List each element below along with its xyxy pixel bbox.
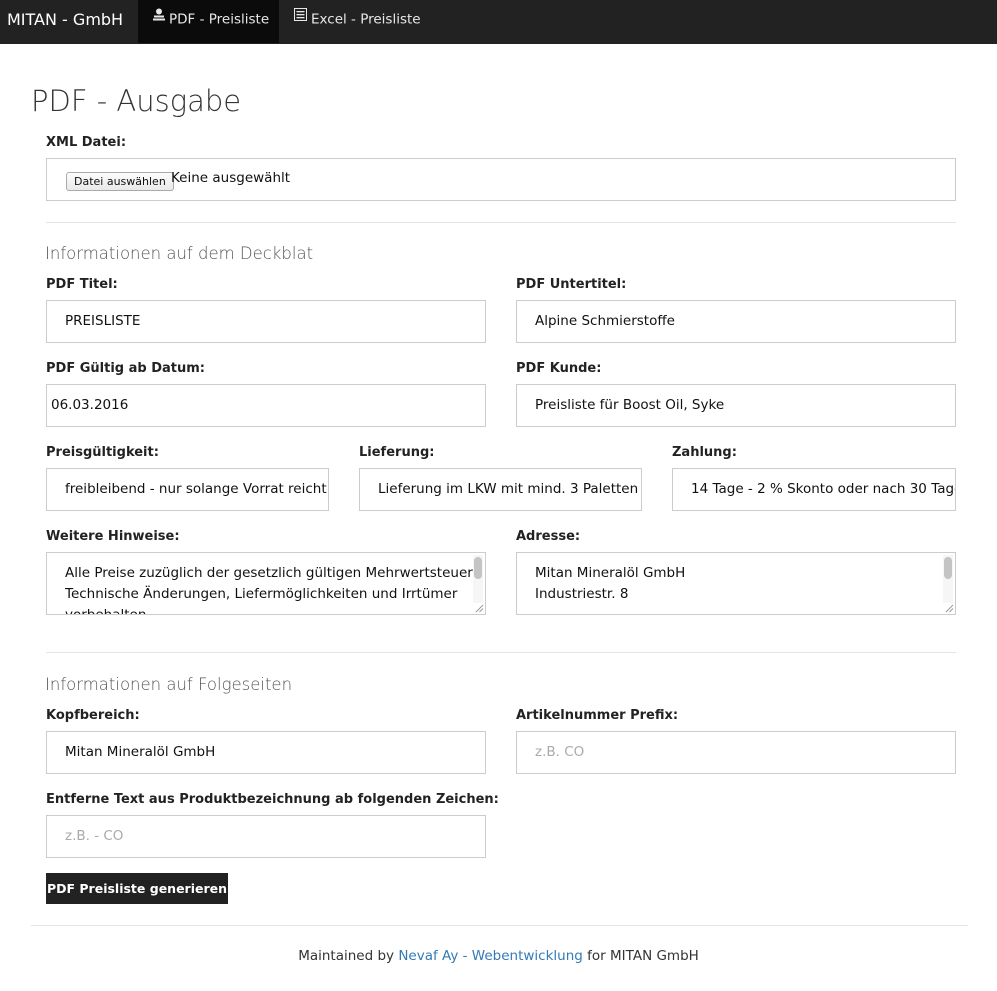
header-input[interactable]: Mitan Mineralöl GmbH: [46, 731, 486, 774]
payment-label: Zahlung:: [672, 445, 737, 460]
scrollbar-thumb[interactable]: [474, 557, 482, 579]
page-title: PDF - Ausgabe: [31, 84, 242, 118]
price-validity-label: Preisgültigkeit:: [46, 445, 159, 460]
divider: [46, 652, 956, 653]
notes-line: Alle Preise zuzüglich der gesetzlich gül…: [65, 565, 476, 581]
footer-prefix: Maintained by: [298, 948, 399, 964]
scrollbar[interactable]: [473, 555, 483, 603]
address-line: Mitan Mineralöl GmbH: [535, 565, 686, 581]
scrollbar[interactable]: [943, 555, 953, 603]
delivery-label: Lieferung:: [359, 445, 435, 460]
footer-divider: [31, 925, 968, 926]
tab-excel-label: Excel - Preisliste: [311, 11, 421, 28]
pdf-subtitle-label: PDF Untertitel:: [516, 277, 627, 292]
pdf-title-label: PDF Titel:: [46, 277, 118, 292]
price-validity-input[interactable]: freibleibend - nur solange Vorrat reicht: [46, 468, 329, 511]
article-prefix-label: Artikelnummer Prefix:: [516, 708, 679, 723]
user-icon: [153, 0, 165, 37]
notes-textarea[interactable]: Alle Preise zuzüglich der gesetzlich gül…: [46, 552, 486, 615]
footer: Maintained by Nevaf Ay - Webentwicklung …: [0, 948, 997, 964]
xml-file-input[interactable]: Datei auswählen Keine ausgewählt: [46, 158, 956, 201]
address-line: Industriestr. 8: [535, 586, 629, 602]
customer-input[interactable]: Preisliste für Boost Oil, Syke: [516, 384, 956, 427]
xml-file-label: XML Datei:: [46, 135, 127, 150]
tab-excel-preisliste[interactable]: Excel - Preisliste: [279, 0, 429, 43]
strip-text-input[interactable]: z.B. - CO: [46, 815, 486, 858]
file-status: Keine ausgewählt: [171, 170, 291, 186]
list-icon: [294, 0, 307, 37]
tab-pdf-label: PDF - Preisliste: [169, 11, 270, 28]
payment-input[interactable]: 14 Tage - 2 % Skonto oder nach 30 Tagen …: [672, 468, 956, 511]
generate-pdf-button[interactable]: PDF Preisliste generieren: [46, 873, 228, 904]
header-label: Kopfbereich:: [46, 708, 140, 723]
footer-suffix: for MITAN GmbH: [582, 948, 699, 964]
article-prefix-input[interactable]: z.B. CO: [516, 731, 956, 774]
resize-handle-icon[interactable]: [474, 603, 484, 613]
section-title-cover: Informationen auf dem Deckblat: [45, 244, 314, 263]
strip-text-label: Entferne Text aus Produktbezeichnung ab …: [46, 792, 499, 807]
resize-handle-icon[interactable]: [944, 603, 954, 613]
address-textarea[interactable]: Mitan Mineralöl GmbH Industriestr. 8: [516, 552, 956, 615]
section-title-following: Informationen auf Folgeseiten: [45, 675, 293, 694]
notes-line: vorbehalten.: [65, 607, 151, 615]
customer-label: PDF Kunde:: [516, 361, 602, 376]
scrollbar-thumb[interactable]: [944, 557, 952, 579]
pdf-title-input[interactable]: PREISLISTE: [46, 300, 486, 343]
notes-line: Technische Änderungen, Liefermöglichkeit…: [65, 586, 458, 602]
delivery-input[interactable]: Lieferung im LKW mit mind. 3 Paletten fr…: [359, 468, 642, 511]
footer-author-link[interactable]: Nevaf Ay - Webentwicklung: [398, 948, 583, 964]
notes-label: Weitere Hinweise:: [46, 529, 180, 544]
address-label: Adresse:: [516, 529, 581, 544]
valid-from-date-input[interactable]: 06.03.2016: [46, 384, 486, 427]
tab-pdf-preisliste[interactable]: PDF - Preisliste: [138, 0, 279, 43]
pdf-subtitle-input[interactable]: Alpine Schmierstoffe: [516, 300, 956, 343]
brand-link[interactable]: MITAN - GmbH: [7, 0, 123, 44]
valid-from-label: PDF Gültig ab Datum:: [46, 361, 205, 376]
divider: [46, 222, 956, 223]
choose-file-button[interactable]: Datei auswählen: [66, 172, 174, 191]
navbar: MITAN - GmbH PDF - Preisliste Excel - Pr…: [0, 0, 997, 44]
